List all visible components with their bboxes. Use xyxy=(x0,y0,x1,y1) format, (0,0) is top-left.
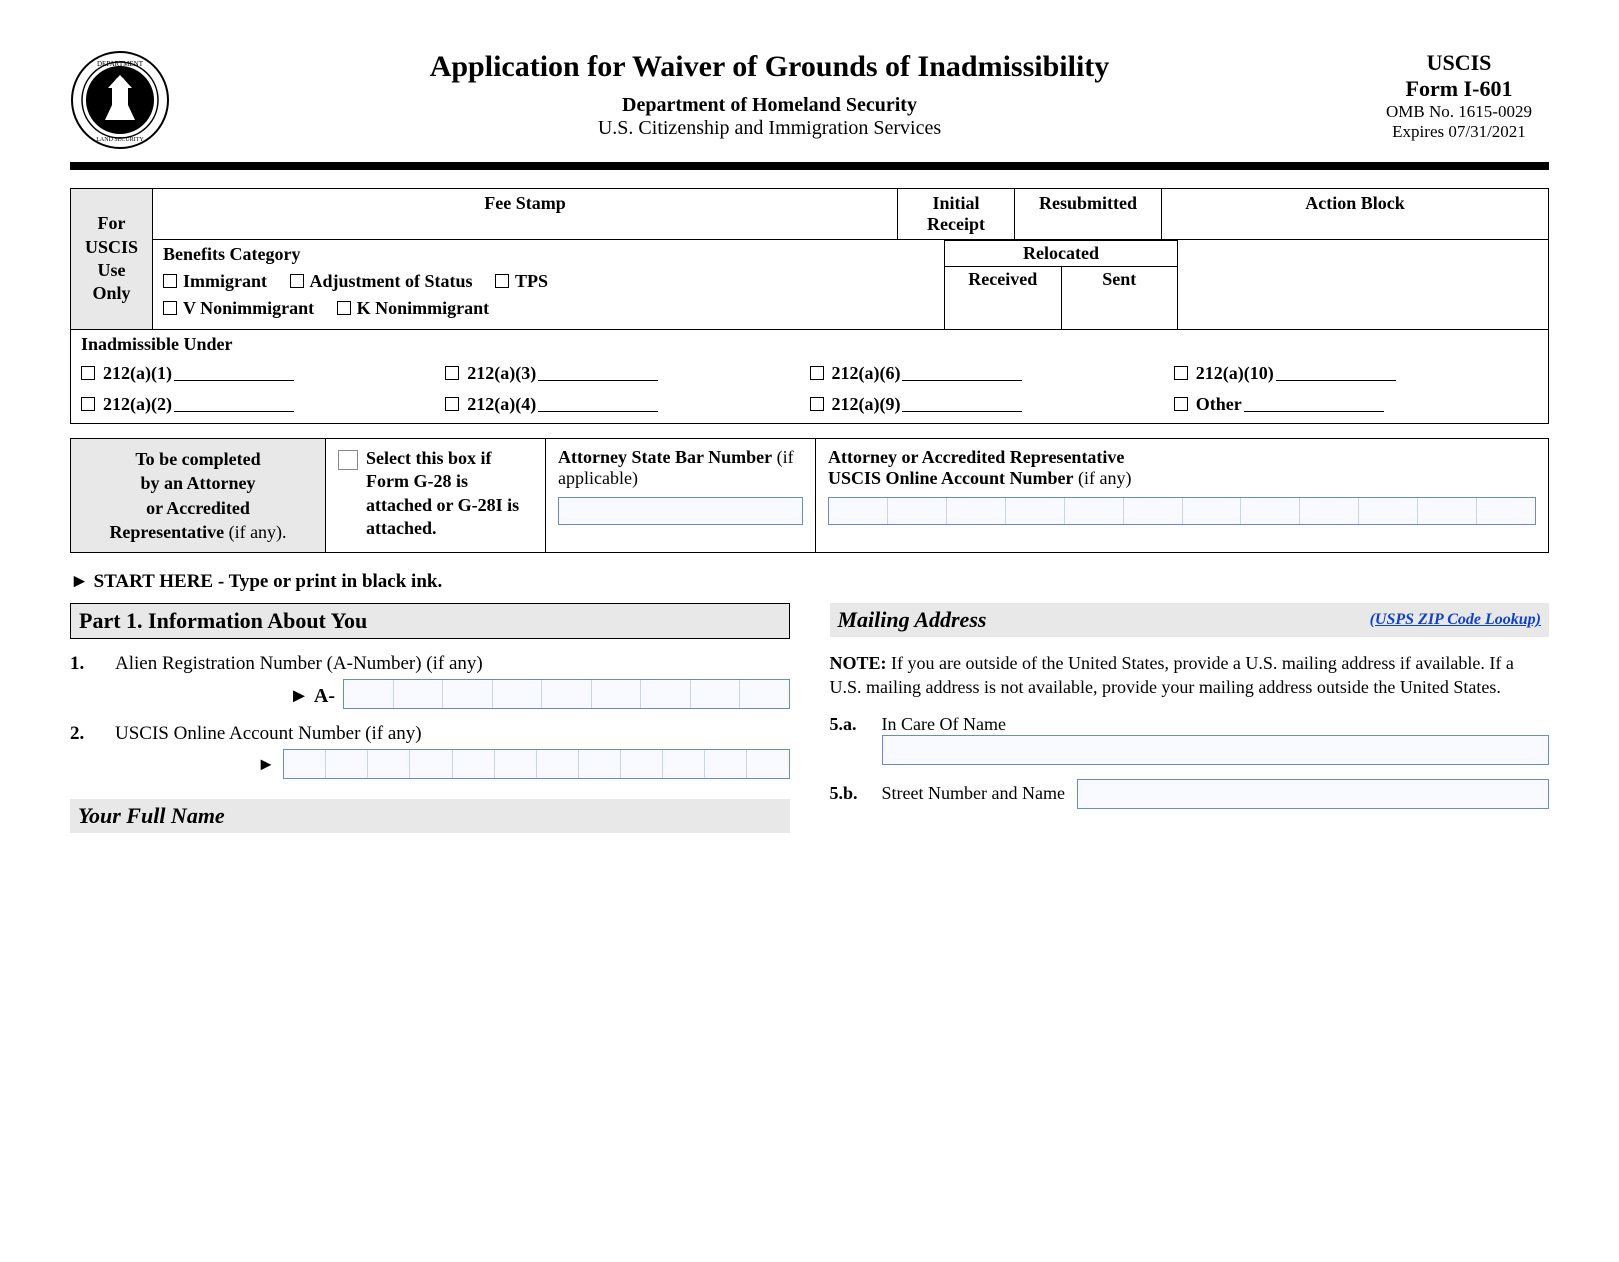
relocated-label: Relocated xyxy=(945,240,1177,267)
form-id-block: USCIS Form I-601 OMB No. 1615-0029 Expir… xyxy=(1369,50,1549,142)
a-number-prefix: A- xyxy=(115,685,343,708)
g28-label: Select this box if Form G-28 is attached… xyxy=(366,447,533,544)
atty-account-input[interactable] xyxy=(828,497,1536,525)
dept-name: Department of Homeland Security xyxy=(190,94,1349,117)
attorney-box: To be completed by an Attorney or Accred… xyxy=(70,438,1549,553)
cb-212a1[interactable]: 212(a)(1) xyxy=(81,363,445,384)
cb-212a9[interactable]: 212(a)(9) xyxy=(810,394,1174,415)
svg-text:DEPARTMENT: DEPARTMENT xyxy=(97,60,144,68)
cb-tps[interactable]: TPS xyxy=(495,271,548,292)
bar-number-input[interactable] xyxy=(558,497,803,525)
inadmissible-section: Inadmissible Under 212(a)(1) 212(a)(3) 2… xyxy=(71,329,1548,423)
form-header: DEPARTMENT LAND SECURITY Application for… xyxy=(70,50,1549,170)
received-cell: Received xyxy=(945,267,1062,329)
street-input[interactable] xyxy=(1077,779,1549,809)
cb-212a3[interactable]: 212(a)(3) xyxy=(445,363,809,384)
street-label: Street Number and Name xyxy=(882,783,1065,805)
form-title: Application for Waiver of Grounds of Ina… xyxy=(190,50,1349,84)
in-care-of-input[interactable] xyxy=(882,735,1550,765)
for-uscis-use-label: For USCIS Use Only xyxy=(71,189,153,329)
bar-number-label: Attorney State Bar Number xyxy=(558,447,772,467)
q2-label: USCIS Online Account Number (if any) xyxy=(115,723,790,745)
cb-other[interactable]: Other xyxy=(1174,394,1538,415)
cb-adjustment[interactable]: Adjustment of Status xyxy=(290,271,473,292)
mailing-note: NOTE: If you are outside of the United S… xyxy=(830,651,1550,700)
in-care-of-label: In Care Of Name xyxy=(882,714,1032,735)
bar-number-cell: Attorney State Bar Number (if applicable… xyxy=(546,439,816,552)
form-number: Form I-601 xyxy=(1369,76,1549,102)
relocated-block: Relocated Received Sent xyxy=(944,240,1178,329)
field-5a: 5.a. In Care Of Name xyxy=(830,714,1550,735)
initial-receipt-cell: Initial Receipt xyxy=(898,189,1015,239)
cb-v-nonimmigrant[interactable]: V Nonimmigrant xyxy=(163,298,314,319)
action-block-cell: Action Block xyxy=(1162,189,1548,239)
benefits-category: Benefits Category Immigrant Adjustment o… xyxy=(153,240,944,329)
sent-cell: Sent xyxy=(1062,267,1178,329)
attorney-instruction: To be completed by an Attorney or Accred… xyxy=(71,439,326,552)
a-number-input[interactable] xyxy=(343,679,790,709)
g28-checkbox[interactable] xyxy=(338,450,358,470)
start-here-label: START HERE - Type or print in black ink. xyxy=(70,571,1549,593)
cb-212a4[interactable]: 212(a)(4) xyxy=(445,394,809,415)
cb-212a10[interactable]: 212(a)(10) xyxy=(1174,363,1538,384)
resubmitted-cell: Resubmitted xyxy=(1015,189,1162,239)
cb-212a2[interactable]: 212(a)(2) xyxy=(81,394,445,415)
q1-label: Alien Registration Number (A-Number) (if… xyxy=(115,653,790,675)
atty-account-label-2: USCIS Online Account Number xyxy=(828,468,1074,488)
question-2: 2. USCIS Online Account Number (if any) … xyxy=(70,723,790,779)
uscis-account-input[interactable] xyxy=(283,749,790,779)
cb-212a6[interactable]: 212(a)(6) xyxy=(810,363,1174,384)
cb-immigrant[interactable]: Immigrant xyxy=(163,271,267,292)
part1-header: Part 1. Information About You xyxy=(70,603,790,639)
arrow-icon: ► xyxy=(115,754,283,775)
fee-stamp-cell: Fee Stamp xyxy=(153,189,898,239)
atty-account-cell: Attorney or Accredited Representative US… xyxy=(816,439,1548,552)
mailing-header: Mailing Address (USPS ZIP Code Lookup) xyxy=(830,603,1550,637)
expiry-date: Expires 07/31/2021 xyxy=(1369,122,1549,142)
atty-account-label-1: Attorney or Accredited Representative xyxy=(828,447,1124,467)
g28-checkbox-cell: Select this box if Form G-28 is attached… xyxy=(326,439,546,552)
benefits-title: Benefits Category xyxy=(163,244,934,265)
inadmissible-title: Inadmissible Under xyxy=(81,334,1538,355)
subdept-name: U.S. Citizenship and Immigration Service… xyxy=(190,117,1349,140)
full-name-header: Your Full Name xyxy=(70,799,790,833)
question-1: 1. Alien Registration Number (A-Number) … xyxy=(70,653,790,709)
field-5b: 5.b. Street Number and Name xyxy=(830,779,1550,809)
svg-text:LAND SECURITY: LAND SECURITY xyxy=(96,137,144,143)
cb-k-nonimmigrant[interactable]: K Nonimmigrant xyxy=(337,298,490,319)
uscis-use-only-box: For USCIS Use Only Fee Stamp Initial Rec… xyxy=(70,188,1549,424)
omb-number: OMB No. 1615-0029 xyxy=(1369,102,1549,122)
dhs-seal-icon: DEPARTMENT LAND SECURITY xyxy=(70,50,170,150)
agency-name: USCIS xyxy=(1369,50,1549,76)
action-block-space xyxy=(1178,240,1548,329)
zip-lookup-link[interactable]: (USPS ZIP Code Lookup) xyxy=(1370,611,1541,629)
